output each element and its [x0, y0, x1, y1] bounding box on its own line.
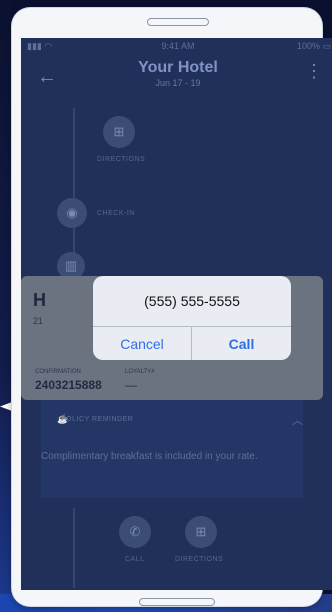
hotel-name-partial: H: [33, 290, 46, 310]
location-icon: ◉: [66, 205, 78, 220]
policy-label: POLICY REMINDER: [61, 416, 134, 423]
battery-icon: 100% ▭: [296, 41, 331, 51]
directions-button-bottom[interactable]: ⊞: [185, 516, 217, 548]
chevron-up-icon[interactable]: ︿: [292, 412, 303, 428]
status-bar: ▮▮▮ ◠ 9:41 AM 100% ▭: [21, 38, 332, 56]
phone-frame: ▮▮▮ ◠ 9:41 AM 100% ▭ ← Your Hotel Jun 17…: [12, 8, 332, 606]
policy-text: Complimentary breakfast is included in y…: [41, 451, 258, 462]
page-title: Your Hotel: [138, 59, 218, 76]
checkin-label: CHECK-IN: [97, 210, 135, 217]
background-left: [0, 0, 12, 612]
map-icon: ⊞: [195, 524, 207, 539]
hotel-icon: ▥: [64, 258, 78, 273]
directions-label-top: DIRECTIONS: [97, 156, 146, 163]
more-options-icon[interactable]: ⋮: [305, 62, 323, 80]
loyalty-number: —: [125, 378, 137, 392]
policy-card: [41, 400, 303, 498]
call-confirm-button[interactable]: Call: [192, 327, 291, 360]
pointer-arrow: [0, 402, 12, 411]
call-dialog: (555) 555-5555 Cancel Call: [93, 276, 291, 360]
call-label: CALL: [125, 556, 145, 563]
directions-button-top[interactable]: ⊞: [103, 116, 135, 148]
phone-icon: ✆: [129, 524, 141, 539]
date-range: Jun 17 - 19: [155, 78, 201, 88]
dialog-phone-number: (555) 555-5555: [144, 293, 240, 309]
directions-label-bottom: DIRECTIONS: [175, 556, 224, 563]
timeline-line-bottom: [73, 508, 75, 588]
home-button[interactable]: [139, 598, 215, 606]
confirmation-label: CONFIRMATION: [35, 369, 81, 375]
speaker-slot: [147, 18, 209, 26]
map-icon: ⊞: [113, 124, 125, 139]
call-button[interactable]: ✆: [119, 516, 151, 548]
checkin-node: ◉: [57, 198, 87, 228]
status-time: 9:41 AM: [161, 41, 195, 51]
timeline-line: [73, 108, 75, 268]
cancel-button[interactable]: Cancel: [93, 327, 191, 360]
nav-bar: ← Your Hotel Jun 17 - 19 ⋮: [21, 56, 332, 104]
confirmation-number: 2403215888: [35, 378, 102, 392]
loyalty-label: LOYALTY#: [125, 369, 155, 375]
app-screen: ▮▮▮ ◠ 9:41 AM 100% ▭ ← Your Hotel Jun 17…: [21, 38, 332, 590]
hotel-address-partial: 21: [33, 316, 44, 326]
